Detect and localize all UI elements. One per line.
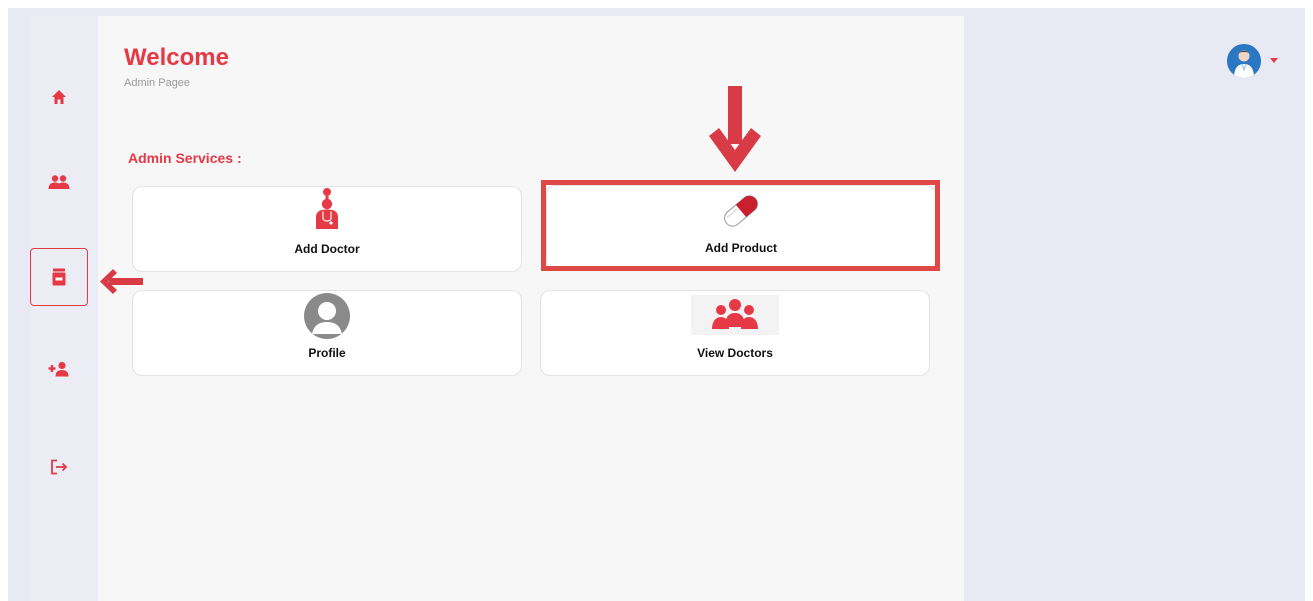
logout-icon (51, 459, 68, 475)
chevron-down-icon[interactable] (1270, 58, 1278, 63)
medicine-box-icon (52, 268, 66, 286)
page-title: Welcome (124, 44, 229, 71)
doctor-icon (316, 188, 338, 229)
add-product-highlight (541, 180, 940, 271)
user-avatar[interactable] (1227, 44, 1261, 78)
profile-card[interactable]: Profile (132, 290, 522, 376)
nav-home[interactable] (45, 83, 73, 111)
nav-products[interactable] (45, 263, 73, 291)
view-doctors-label: View Doctors (697, 346, 773, 360)
add-doctor-label: Add Doctor (294, 242, 360, 256)
add-doctor-card[interactable]: Add Doctor (132, 186, 522, 272)
nav-users[interactable] (45, 168, 73, 196)
nav-logout[interactable] (45, 453, 73, 481)
view-doctors-card[interactable]: View Doctors (540, 290, 930, 376)
add-user-icon (48, 361, 69, 377)
down-arrow-annotation (709, 86, 761, 172)
left-arrow-annotation (100, 269, 143, 294)
services-title: Admin Services : (128, 150, 242, 166)
user-avatar-icon (1227, 44, 1261, 78)
home-icon (52, 90, 66, 104)
page-subtitle: Admin Pagee (124, 77, 191, 89)
doctors-group-icon (691, 295, 779, 335)
profile-label: Profile (308, 346, 346, 360)
users-icon (48, 175, 70, 189)
nav-add-user[interactable] (45, 355, 73, 383)
profile-avatar-icon (304, 293, 350, 339)
